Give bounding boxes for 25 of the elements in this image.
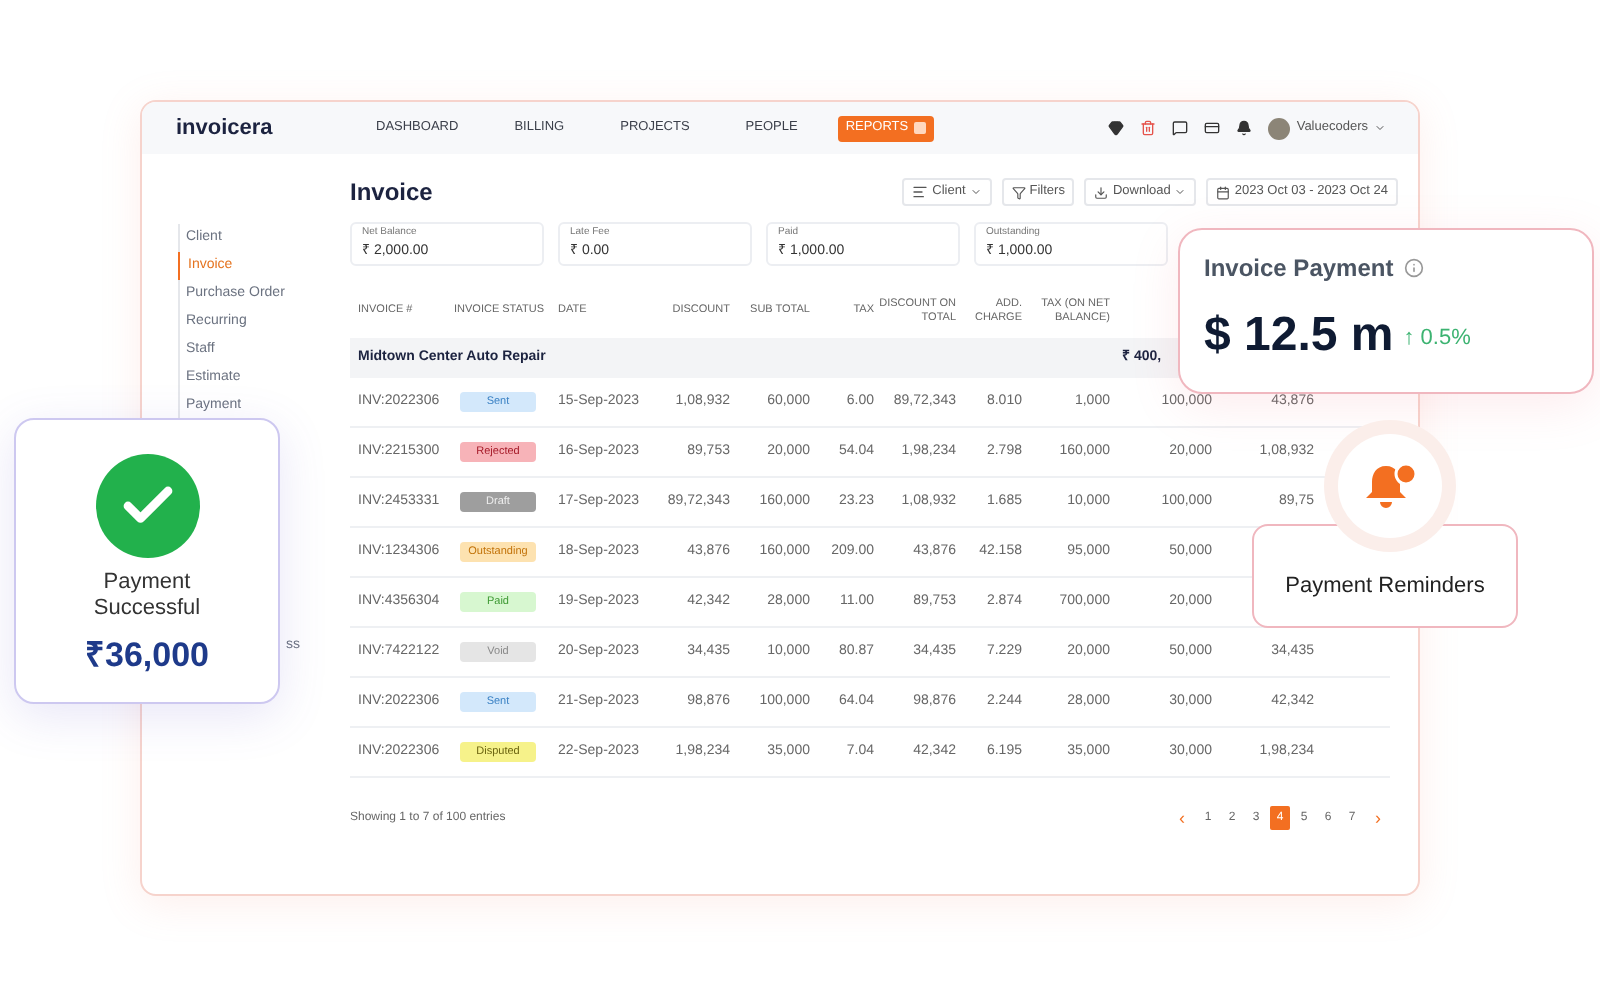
download-icon	[1094, 185, 1109, 199]
change-rate: ↑ 0.5%	[1403, 323, 1471, 353]
logo: invoicera	[176, 113, 275, 144]
caret-icon	[1374, 122, 1386, 134]
payment-amount: ₹36,000	[85, 634, 209, 678]
caret-icon	[1174, 186, 1187, 198]
card-icon[interactable]	[1204, 120, 1221, 136]
payment-total: $ 12.5 m	[1204, 310, 1394, 362]
bell-icon	[1362, 460, 1418, 512]
check-icon	[95, 454, 199, 558]
calendar-icon	[1216, 185, 1231, 199]
page-title: Invoice	[350, 176, 433, 210]
caret-icon	[969, 186, 982, 198]
chat-icon[interactable]	[1172, 120, 1189, 136]
list-icon	[912, 184, 929, 200]
card-title: Invoice Payment	[1204, 252, 1394, 286]
notification-icon[interactable]	[1236, 120, 1253, 136]
info-icon	[1403, 258, 1424, 278]
reminder-title: Payment Reminders	[1285, 571, 1485, 601]
filter-icon	[1011, 185, 1026, 199]
gem-icon[interactable]	[1108, 120, 1125, 136]
badge-icon	[914, 122, 927, 134]
payment-status: Payment Successful	[91, 570, 203, 622]
avatar	[1268, 117, 1291, 139]
trash-icon[interactable]	[1140, 120, 1157, 136]
